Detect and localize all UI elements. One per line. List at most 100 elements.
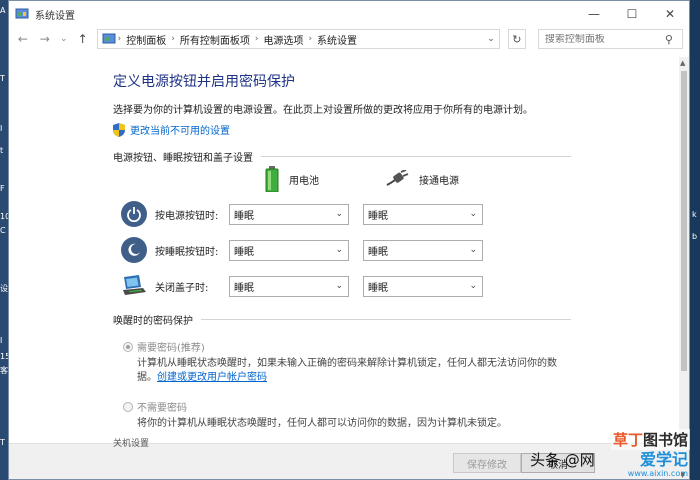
address-dropdown-icon[interactable]: ⌄ <box>483 34 499 44</box>
search-input[interactable] <box>544 33 665 45</box>
close-button[interactable]: ✕ <box>651 1 689 27</box>
plug-icon <box>386 170 409 186</box>
no-password-radio[interactable] <box>123 401 133 412</box>
change-unavailable-settings-link[interactable]: 更改当前不可用的设置 <box>113 122 681 137</box>
chevron-down-icon: ⌄ <box>335 209 343 219</box>
power-button-label: 按电源按钮时: <box>155 210 219 222</box>
desktop-glyph: 15 <box>0 352 8 361</box>
select-value: 睡眠 <box>368 282 388 294</box>
desktop-glyph: t <box>0 146 4 155</box>
sleep-button-icon <box>121 237 147 263</box>
desktop-glyph: 10 <box>0 212 8 221</box>
breadcrumb-separator[interactable]: › <box>169 34 177 44</box>
power-button-row: 按电源按钮时: 睡眠 ⌄ 睡眠 ⌄ <box>113 196 681 232</box>
search-icon[interactable]: ⚲ <box>665 33 673 46</box>
lid-close-battery-select[interactable]: 睡眠 ⌄ <box>229 275 349 297</box>
sleep-button-battery-select[interactable]: 睡眠 ⌄ <box>229 239 349 261</box>
breadcrumb-separator[interactable]: › <box>306 34 314 44</box>
laptop-lid-icon <box>121 273 147 299</box>
desktop-glyph: T <box>0 438 5 447</box>
scrollbar-thumb[interactable] <box>681 71 687 371</box>
desktop-glyph: I <box>0 124 3 133</box>
require-password-description: 计算机从睡眠状态唤醒时，如果未输入正确的密码来解除计算机锁定，任何人都无法访问你… <box>137 357 557 385</box>
breadcrumb-power-options[interactable]: 电源选项 <box>260 32 306 47</box>
desktop-left-strip: A T I t F 10 C 设 I 15 客 T <box>0 0 8 480</box>
breadcrumb-separator[interactable]: › <box>253 34 261 44</box>
watermark-source: 头条 @网 <box>530 451 595 469</box>
breadcrumb-all-items[interactable]: 所有控制面板项 <box>177 32 253 47</box>
lid-close-plugged-select[interactable]: 睡眠 ⌄ <box>363 275 483 297</box>
plugged-in-column-label: 接通电源 <box>419 175 459 187</box>
chevron-down-icon: ⌄ <box>469 245 477 255</box>
no-password-option[interactable]: 不需要密码 <box>113 399 681 414</box>
require-password-description-end: 据。 <box>137 372 157 383</box>
minimize-button[interactable]: — <box>575 1 613 27</box>
vertical-scrollbar[interactable]: ▲ ▼ <box>679 57 689 479</box>
title-bar[interactable]: 系统设置 — ☐ ✕ <box>9 1 689 27</box>
sleep-button-row: 按睡眠按钮时: 睡眠 ⌄ 睡眠 ⌄ <box>113 232 681 268</box>
scroll-up-icon[interactable]: ▲ <box>680 59 685 67</box>
lid-close-row: 关闭盖子时: 睡眠 ⌄ 睡眠 ⌄ <box>113 268 681 304</box>
refresh-icon[interactable]: ↻ <box>507 29 526 49</box>
main-content: 定义电源按钮并启用密码保护 选择要为你的计算机设置的电源设置。在此页上对设置所做… <box>9 57 681 479</box>
wake-password-section-header: 唤醒时的密码保护 <box>113 312 571 327</box>
save-changes-button[interactable]: 保存修改 <box>453 453 521 473</box>
power-button-icon <box>121 201 147 227</box>
power-button-battery-select[interactable]: 睡眠 ⌄ <box>229 203 349 225</box>
address-bar[interactable]: › 控制面板 › 所有控制面板项 › 电源选项 › 系统设置 ⌄ <box>96 29 500 49</box>
desktop-glyph: k <box>692 210 697 219</box>
section-divider <box>201 319 571 320</box>
desktop-glyph: A <box>0 6 6 15</box>
page-description: 选择要为你的计算机设置的电源设置。在此页上对设置所做的更改将应用于你所有的电源计… <box>113 105 533 116</box>
breadcrumb-separator: › <box>117 34 122 44</box>
sleep-button-plugged-select[interactable]: 睡眠 ⌄ <box>363 239 483 261</box>
change-unavailable-settings-label[interactable]: 更改当前不可用的设置 <box>130 122 230 137</box>
desktop-glyph: 客 <box>0 366 8 375</box>
page-title: 定义电源按钮并启用密码保护 <box>113 74 295 90</box>
power-buttons-section-title: 电源按钮、睡眠按钮和盖子设置 <box>113 153 253 164</box>
select-value: 睡眠 <box>234 210 254 222</box>
no-password-label: 不需要密码 <box>137 403 187 414</box>
breadcrumb-control-panel[interactable]: 控制面板 <box>123 32 169 47</box>
lid-close-label: 关闭盖子时: <box>155 282 209 294</box>
forward-arrow-icon[interactable]: → <box>37 30 53 48</box>
maximize-button[interactable]: ☐ <box>613 1 651 27</box>
watermark-site: 爱学记 <box>639 450 688 469</box>
up-arrow-icon[interactable]: ↑ <box>75 30 91 48</box>
desktop-glyph: b <box>692 232 698 241</box>
desktop-glyph: I <box>0 336 3 345</box>
power-button-plugged-select[interactable]: 睡眠 ⌄ <box>363 203 483 225</box>
back-arrow-icon[interactable]: ← <box>15 30 31 48</box>
desktop-glyph: 设 <box>0 284 8 293</box>
require-password-radio[interactable] <box>123 341 133 352</box>
select-value: 睡眠 <box>368 246 388 258</box>
system-settings-window: 系统设置 — ☐ ✕ ← → ⌄ ↑ › 控制面板 › 所有控制面板项 › 电源… <box>8 0 690 480</box>
battery-column-label: 用电池 <box>289 175 319 187</box>
window-title: 系统设置 <box>35 10 75 22</box>
search-box[interactable]: ⚲ <box>537 29 683 49</box>
desktop-right-strip: k b <box>690 0 700 480</box>
recent-locations-chevron-icon[interactable]: ⌄ <box>59 30 69 48</box>
desktop-glyph: F <box>0 184 5 193</box>
desktop-glyph: C <box>0 226 6 235</box>
control-panel-icon <box>102 33 116 44</box>
select-value: 睡眠 <box>234 282 254 294</box>
chevron-down-icon: ⌄ <box>335 281 343 291</box>
chevron-down-icon: ⌄ <box>335 245 343 255</box>
create-change-password-link[interactable]: 创建或更改用户帐户密码 <box>157 372 267 383</box>
uac-shield-icon <box>113 122 125 137</box>
chevron-down-icon: ⌄ <box>469 281 477 291</box>
control-panel-icon <box>15 8 29 19</box>
require-password-option[interactable]: 需要密码(推荐) <box>113 339 681 354</box>
watermark-part: 草丁 <box>612 431 643 449</box>
no-password-description: 将你的计算机从睡眠状态唤醒时，任何人都可以访问你的数据，因为计算机未锁定。 <box>137 418 507 429</box>
watermark-url: www.aixin.com <box>627 469 688 478</box>
wake-password-section-title: 唤醒时的密码保护 <box>113 316 193 327</box>
shutdown-settings-section-title: 关机设置 <box>113 439 150 449</box>
breadcrumb-system-settings[interactable]: 系统设置 <box>314 32 360 47</box>
select-value: 睡眠 <box>234 246 254 258</box>
column-headers: 用电池 接通电源 <box>113 166 681 196</box>
chevron-down-icon: ⌄ <box>469 209 477 219</box>
sleep-button-label: 按睡眠按钮时: <box>155 246 219 258</box>
section-divider <box>261 156 571 157</box>
